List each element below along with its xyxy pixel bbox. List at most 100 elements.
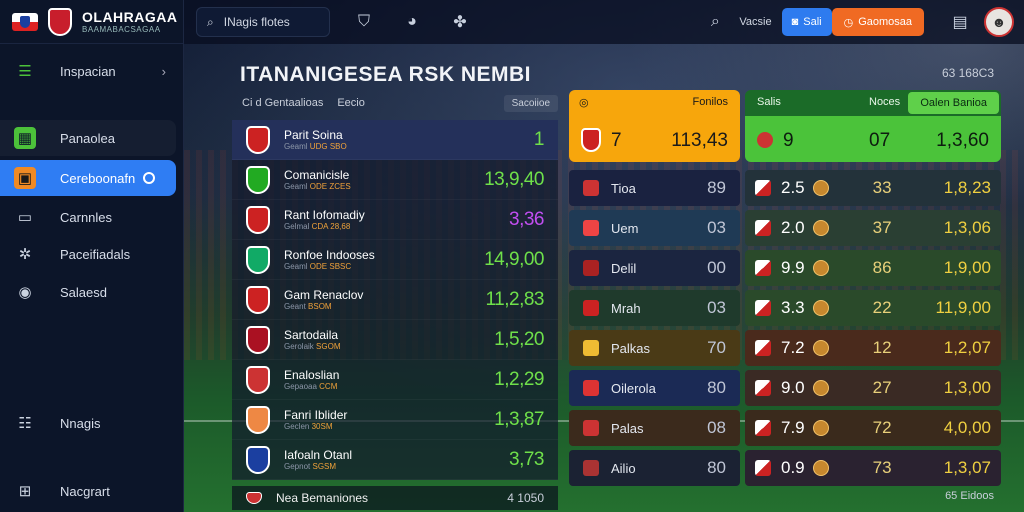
sidebar-item-2[interactable]: ▣ Cereboonafn	[0, 160, 176, 196]
team-badge-icon	[246, 405, 270, 434]
green-header-tab[interactable]: Oalen Banioa	[908, 92, 999, 114]
user-icon: ◙	[791, 16, 799, 28]
odds-row-right[interactable]: 0.9 73 1,3,07	[745, 450, 1001, 486]
odds-row-left[interactable]: Palas 08	[569, 410, 740, 446]
team-name: Parit Soina	[284, 127, 343, 142]
sidebar-item-3[interactable]: ▭ Carnnles	[0, 199, 176, 235]
clock-icon: ◷	[843, 16, 854, 29]
brand-subtitle: BAAMABACSAGAA	[82, 24, 161, 34]
team-flag-icon	[583, 380, 599, 396]
sidebar-item-6[interactable]: ☷ Nnagis	[0, 405, 176, 441]
odds-count: 03	[707, 298, 726, 317]
avatar[interactable]: ☻	[984, 7, 1014, 37]
sidebar-item-1[interactable]: ▦ Panaolea	[0, 120, 176, 156]
table-row[interactable]: Iafoaln Otanl Gepnot SGSM 3,73	[232, 440, 558, 480]
coin-icon	[812, 300, 829, 316]
odds-total: 1,3,00	[943, 378, 991, 397]
odds-row-right[interactable]: 9.0 27 1,3,00	[745, 370, 1001, 406]
team-flag-icon	[755, 180, 771, 196]
flag-icon[interactable]	[12, 12, 38, 31]
sidebar-item-0[interactable]: ☰ Inspacian ›	[0, 53, 176, 89]
table-row[interactable]: Rant Iofomadiy Gelmal CDA 28,68 3,36	[232, 200, 558, 240]
team-meta: Geant BSOM	[284, 301, 332, 311]
sali-button[interactable]: ◙ Sali	[781, 8, 832, 36]
odds-total: 1,9,00	[943, 258, 991, 277]
odds-value: 3.3	[781, 298, 805, 317]
sidebar-item-5[interactable]: ◉ Salaesd	[0, 274, 176, 310]
header-mid: Eecio	[337, 97, 365, 109]
target-icon: ◎	[579, 97, 589, 109]
sidebar-item-label: Cereboonafn	[60, 170, 136, 186]
odds-row-left[interactable]: Tioa 89	[569, 170, 740, 206]
team-value: 1,5,20	[494, 328, 544, 350]
team-flag-icon	[583, 180, 599, 196]
team-value: 13,9,40	[484, 168, 544, 190]
sidebar-item-7[interactable]: ⊞ Nacgrart	[0, 473, 176, 509]
team-flag-icon	[583, 420, 599, 436]
folder-icon: ▭	[17, 209, 33, 226]
odds-mid: 72	[872, 418, 892, 437]
odds-value: 7.2	[781, 338, 805, 357]
team-badge-icon	[246, 205, 270, 234]
odds-total: 11,9,00	[935, 298, 991, 317]
puzzle-icon[interactable]: ✤	[446, 8, 474, 36]
table-row[interactable]: Ronfoe Indooses Geaml ODE SBSC 14,9,00	[232, 240, 558, 280]
table-row[interactable]: Comanicisle Geaml ODE ZCES 13,9,40	[232, 160, 558, 200]
table-row[interactable]: Enaloslian Gepaoaa CCM 1,2,29	[232, 360, 558, 400]
odds-mid: 22	[872, 298, 892, 317]
list-icon: ☷	[18, 415, 32, 432]
table-row[interactable]: Parit Soina Geaml UDG SBO 1	[232, 120, 558, 160]
green-header-card[interactable]: Salis Noces Oalen Banioa 9 07 1,3,60	[745, 90, 1001, 162]
odds-value: 2.5	[781, 178, 805, 197]
table-row[interactable]: Gam Renaclov Geant BSOM 11,2,83	[232, 280, 558, 320]
table-row[interactable]: Fanri Iblider Geclen 30SM 1,3,87	[232, 400, 558, 440]
odds-total: 1,8,23	[943, 178, 991, 197]
odds-row-left[interactable]: Delil 00	[569, 250, 740, 286]
team-value: 11,2,83	[485, 288, 545, 310]
header-left: Ci d Gentaalioas	[242, 97, 324, 109]
team-flag-icon	[755, 380, 771, 396]
odds-row-right[interactable]: 2.5 33 1,8,23	[745, 170, 1001, 206]
odds-label: Mrah	[611, 300, 641, 316]
brand: OLAHRAGAA BAAMABACSAGAA	[0, 0, 183, 44]
odds-row-right[interactable]: 3.3 22 11,9,00	[745, 290, 1001, 326]
odds-row-right[interactable]: 7.9 72 4,0,00	[745, 410, 1001, 446]
odds-row-left[interactable]: Palkas 70	[569, 330, 740, 366]
odds-row-left[interactable]: Uem 03	[569, 210, 740, 246]
green-header-right: 1,3,60	[936, 130, 989, 151]
sidebar-item-label: Carnnles	[60, 209, 113, 225]
sidebar-item-4[interactable]: ✲ Paceifiadals	[0, 236, 176, 272]
shield-icon[interactable]: ⛉	[350, 8, 378, 36]
sidebar-item-label: Panaolea	[60, 130, 115, 146]
team-flag-icon	[583, 220, 599, 236]
orange-header-right: 113,43	[671, 130, 728, 151]
sort-button[interactable]: Sacoiioe	[503, 94, 558, 112]
odds-row-right[interactable]: 7.2 12 1,2,07	[745, 330, 1001, 366]
team-name: Rant Iofomadiy	[284, 207, 365, 222]
odds-row-left[interactable]: Ailio 80	[569, 450, 740, 486]
odds-count: 03	[707, 218, 726, 237]
grid-menu-icon[interactable]: ▤	[946, 8, 974, 36]
odds-label: Oilerola	[611, 380, 656, 396]
table-row-partial[interactable]: Nea Bemaniones 4 1050	[232, 486, 558, 510]
gaomosaa-button[interactable]: ◷ Gaomosaa	[831, 8, 924, 36]
odds-row-left[interactable]: Oilerola 80	[569, 370, 740, 406]
odds-label: Uem	[611, 220, 639, 236]
search-icon[interactable]: ⌕	[701, 8, 729, 36]
team-meta: Geaml ODE ZCES	[284, 181, 351, 191]
odds-row-left[interactable]: Mrah 03	[569, 290, 740, 326]
coin-icon	[812, 260, 829, 276]
green-header-label: Salis	[757, 96, 781, 108]
odds-label: Palkas	[611, 340, 651, 356]
odds-row-right[interactable]: 2.0 37 1,3,06	[745, 210, 1001, 246]
odds-row-right[interactable]: 9.9 86 1,9,00	[745, 250, 1001, 286]
search-input[interactable]: ⌕ INagis flotes	[196, 7, 330, 37]
odds-count: 80	[707, 378, 726, 397]
compass-icon[interactable]: ◕	[398, 8, 426, 36]
odds-value: 2.0	[781, 218, 805, 237]
table-row[interactable]: Sartodaila Gerolaik SGOM 1,5,20	[232, 320, 558, 360]
orange-header-card[interactable]: ◎ Fonilos 7 113,43	[569, 90, 740, 162]
team-meta: Gepaoaa CCM	[284, 381, 338, 391]
team-meta: Geclen 30SM	[284, 421, 333, 431]
search-icon: ⌕	[207, 14, 214, 29]
